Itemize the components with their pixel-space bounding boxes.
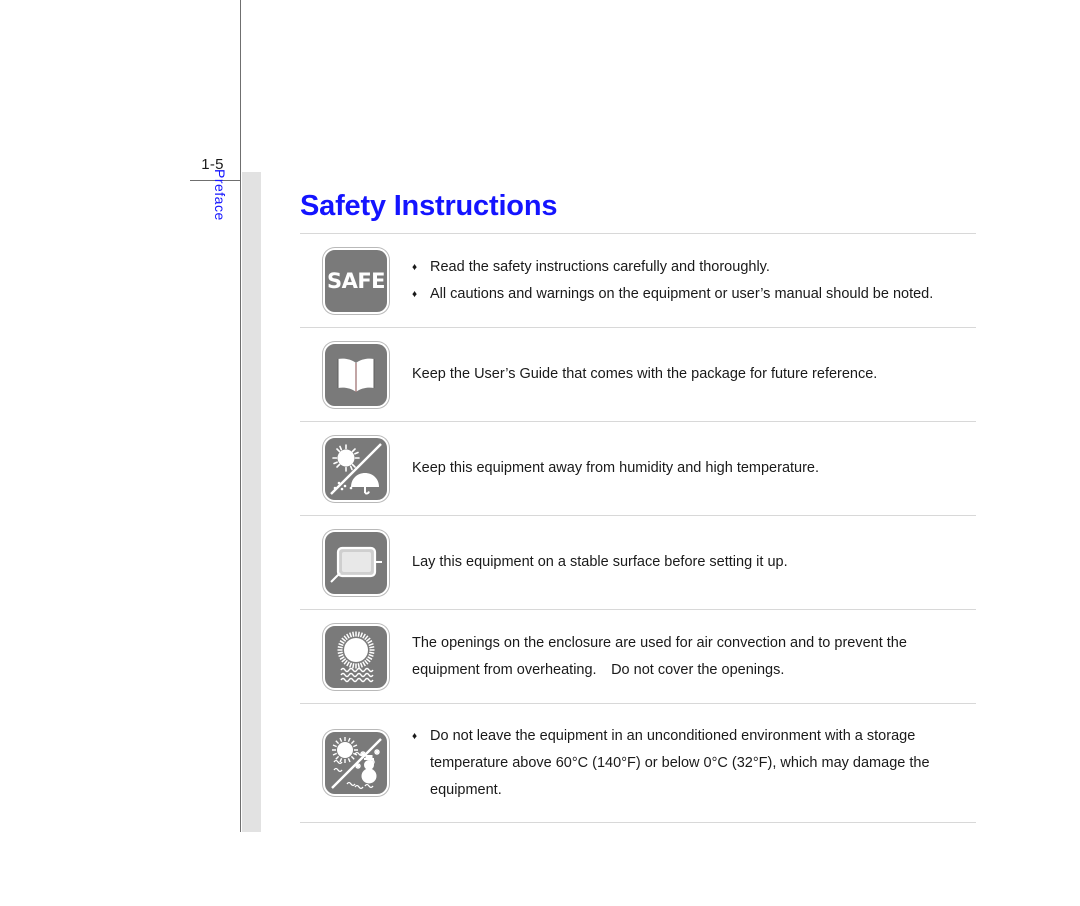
temperature-extremes-icon: [323, 730, 389, 796]
safety-row: The openings on the enclosure are used f…: [300, 610, 976, 704]
safety-row-text: Keep the User’s Guide that comes with th…: [412, 361, 976, 388]
bullet-text: All cautions and warnings on the equipme…: [430, 285, 934, 302]
text-line: equipment from overheating. Do not cover…: [412, 661, 785, 678]
text-line: Keep the User’s Guide that comes with th…: [412, 366, 878, 382]
safety-row: Keep the User’s Guide that comes with th…: [300, 328, 976, 422]
page-title: Safety Instructions: [300, 190, 558, 222]
bullet-icon: ♦: [412, 261, 418, 273]
safe-badge-icon: SAFE: [323, 247, 389, 314]
safety-row-icon-cell: [300, 529, 412, 596]
page-margin-area: 1-5 Preface: [0, 0, 292, 906]
text-line: equipment.: [430, 781, 502, 798]
bullet-icon: ♦: [412, 730, 418, 742]
air-convection-openings-icon: [323, 623, 389, 690]
text-line: temperature above 60°C (140°F) or below …: [430, 754, 930, 771]
safety-row-icon-cell: [300, 623, 412, 690]
safety-row-icon-cell: [300, 435, 412, 502]
text-line: Keep this equipment away from humidity a…: [412, 460, 820, 476]
safety-row: Lay this equipment on a stable surface b…: [300, 516, 976, 610]
margin-rule-bottom: [240, 181, 241, 832]
margin-rule-top: [240, 0, 241, 181]
chapter-tab-label: Preface: [212, 169, 228, 221]
bullet-text: Do not leave the equipment in an uncondi…: [430, 727, 916, 744]
bullet-icon: ♦: [412, 288, 418, 300]
safety-row: ♦ Do not leave the equipment in an uncond…: [300, 704, 976, 823]
safety-row-text: ♦ Do not leave the equipment in an uncond…: [412, 723, 976, 804]
bullet-line: ♦ Do not leave the equipment in an uncond…: [412, 723, 968, 750]
open-book-icon: [323, 341, 389, 408]
safety-row-icon-cell: SAFE: [300, 247, 412, 314]
safety-row: Keep this equipment away from humidity a…: [300, 422, 976, 516]
safe-badge-label: SAFE: [326, 268, 386, 293]
bullet-line: ♦ All cautions and warnings on the equipm…: [412, 281, 968, 308]
chapter-tab: [242, 172, 261, 832]
safety-row-icon-cell: [300, 341, 412, 408]
safety-row-text: Lay this equipment on a stable surface b…: [412, 549, 976, 576]
bullet-line: ♦ Read the safety instructions carefully …: [412, 254, 968, 281]
safety-row: SAFE ♦ Read the safety instructions carefu…: [300, 234, 976, 328]
no-humidity-high-temperature-icon: [323, 435, 389, 502]
safety-row-text: The openings on the enclosure are used f…: [412, 630, 976, 684]
text-line: The openings on the enclosure are used f…: [412, 634, 907, 651]
safety-row-icon-cell: [300, 730, 412, 796]
safety-row-text: Keep this equipment away from humidity a…: [412, 455, 976, 482]
stable-surface-icon: [323, 529, 389, 596]
safety-row-text: ♦ Read the safety instructions carefully …: [412, 254, 976, 308]
bullet-text: Read the safety instructions carefully a…: [430, 258, 770, 275]
text-line: Lay this equipment on a stable surface b…: [412, 554, 788, 570]
safety-instructions-table: SAFE ♦ Read the safety instructions carefu…: [300, 233, 976, 823]
